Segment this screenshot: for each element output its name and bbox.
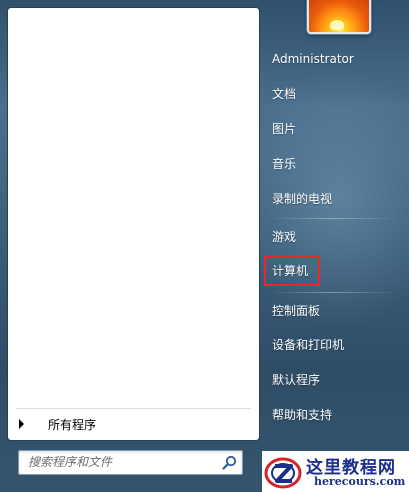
- triangle-right-icon: [19, 419, 24, 429]
- menu-item-default-programs[interactable]: 默认程序: [264, 365, 400, 395]
- all-programs-button[interactable]: 所有程序: [8, 406, 259, 440]
- menu-item-games[interactable]: 游戏: [264, 222, 400, 252]
- search-box[interactable]: [18, 450, 243, 475]
- highlight-box: [264, 256, 320, 286]
- menu-item-help-support[interactable]: 帮助和支持: [264, 400, 400, 430]
- watermark-url: herecours.com: [314, 475, 406, 488]
- all-programs-label: 所有程序: [48, 418, 97, 432]
- search-input[interactable]: [20, 452, 224, 471]
- watermark: 这里教程网 herecours.com: [262, 451, 409, 492]
- menu-separator: [268, 292, 398, 293]
- programs-pane: 所有程序: [7, 7, 260, 441]
- search-icon[interactable]: [221, 454, 238, 471]
- menu-separator: [268, 218, 398, 219]
- places-pane: Administrator 文档 图片 音乐 录制的电视 游戏 计算机 控制面板…: [264, 0, 409, 492]
- menu-item-devices-printers[interactable]: 设备和打印机: [264, 330, 400, 360]
- menu-item-music[interactable]: 音乐: [264, 149, 400, 179]
- menu-item-recorded-tv[interactable]: 录制的电视: [264, 184, 400, 214]
- start-menu: 所有程序 Administrator 文档 图片 音乐 录制的电视 游戏 计算机…: [0, 0, 409, 492]
- menu-item-pictures[interactable]: 图片: [264, 114, 400, 144]
- programs-separator: [16, 408, 251, 409]
- menu-item-documents[interactable]: 文档: [264, 79, 400, 109]
- menu-item-control-panel[interactable]: 控制面板: [264, 296, 400, 326]
- menu-item-administrator[interactable]: Administrator: [264, 44, 400, 74]
- watermark-logo-icon: [264, 457, 302, 489]
